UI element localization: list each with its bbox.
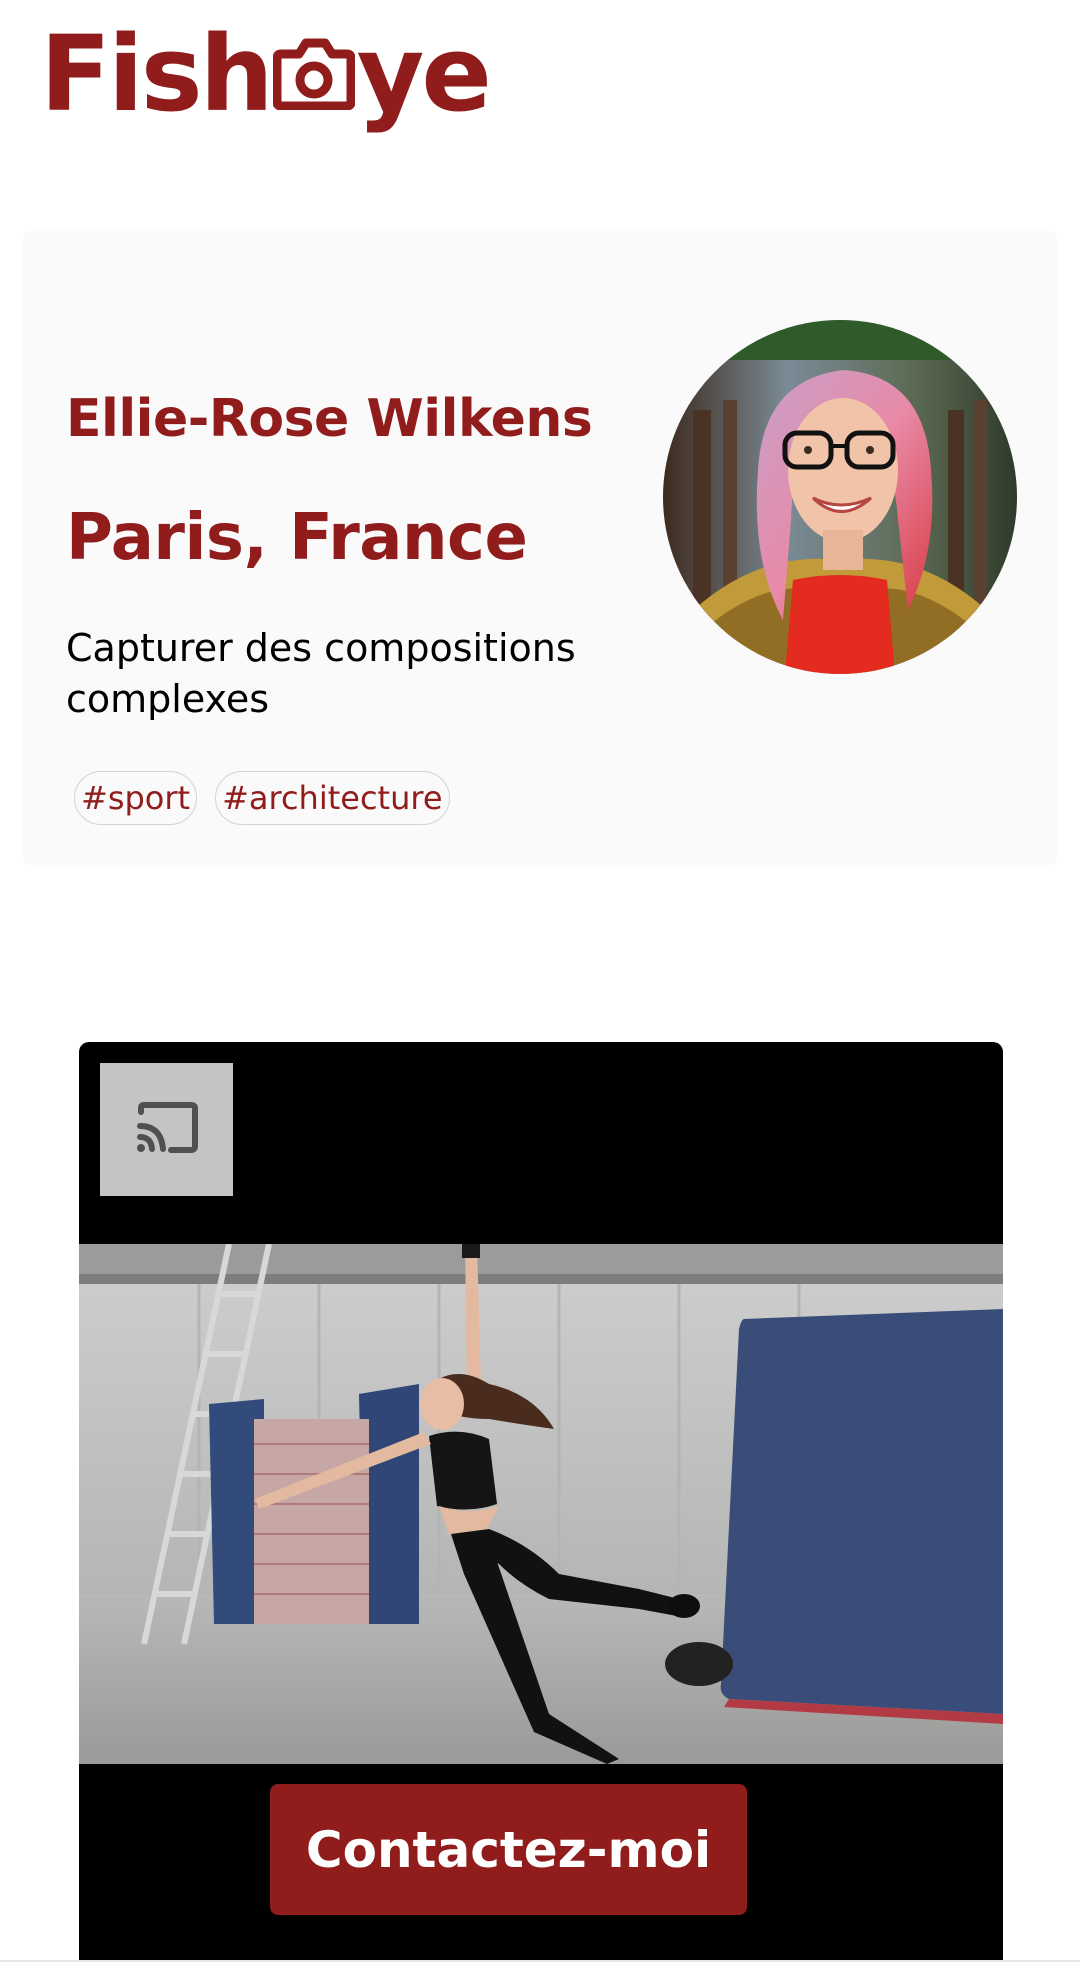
profile-card: Ellie-Rose Wilkens Paris, France Capture… [22,231,1058,865]
video-preview[interactable] [79,1244,1003,1764]
page-bottom-divider [0,1960,1080,1962]
photographer-page: Fish ye Ellie-Rose Wilkens Paris, France… [0,0,1080,1972]
logo-text-end: ye [356,13,492,135]
photographer-tagline: Capturer des compositions complexes [66,626,576,721]
contact-button[interactable]: Contactez-moi [270,1784,747,1915]
cast-button[interactable] [100,1063,233,1196]
cast-icon [135,1101,199,1158]
photographer-name: Ellie-Rose Wilkens [66,389,593,449]
fisheye-logo[interactable]: Fish ye [40,13,492,135]
tag-architecture[interactable]: #architecture [215,771,450,825]
tag-list: #sport #architecture [74,771,450,825]
tag-sport[interactable]: #sport [74,771,198,825]
photographer-avatar [663,320,1017,674]
logo-text-start: Fish [40,13,274,135]
photographer-location: Paris, France [66,501,528,575]
camera-icon [272,22,356,126]
